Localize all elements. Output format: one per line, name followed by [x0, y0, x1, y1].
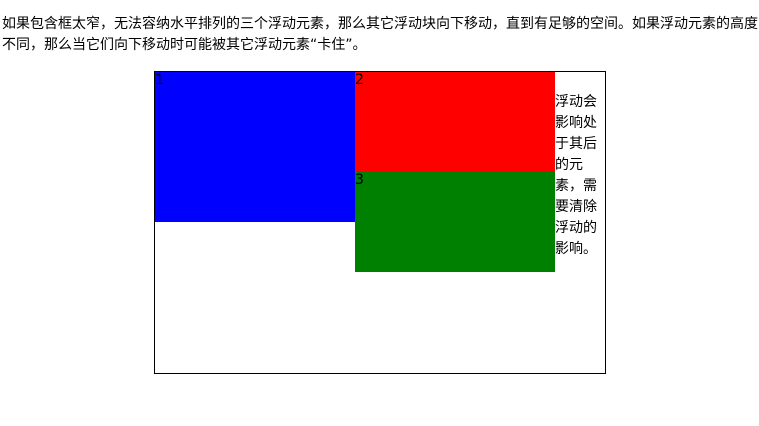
float-box-2: 2 — [355, 72, 555, 172]
intro-paragraph: 如果包含框太窄，无法容纳水平排列的三个浮动元素，那么其它浮动块向下移动，直到有足… — [2, 16, 758, 53]
float-container: 1 2 3 浮动会影响处于其后的元素，需要清除浮动的影响。 — [154, 71, 606, 374]
wrapping-text: 浮动会影响处于其后的元素，需要清除浮动的影响。 — [555, 94, 597, 257]
float-box-3: 3 — [355, 172, 555, 272]
float-box-2-label: 2 — [355, 72, 364, 88]
float-box-1: 1 — [155, 72, 355, 222]
float-box-1-label: 1 — [155, 72, 164, 88]
float-box-3-label: 3 — [355, 172, 364, 188]
